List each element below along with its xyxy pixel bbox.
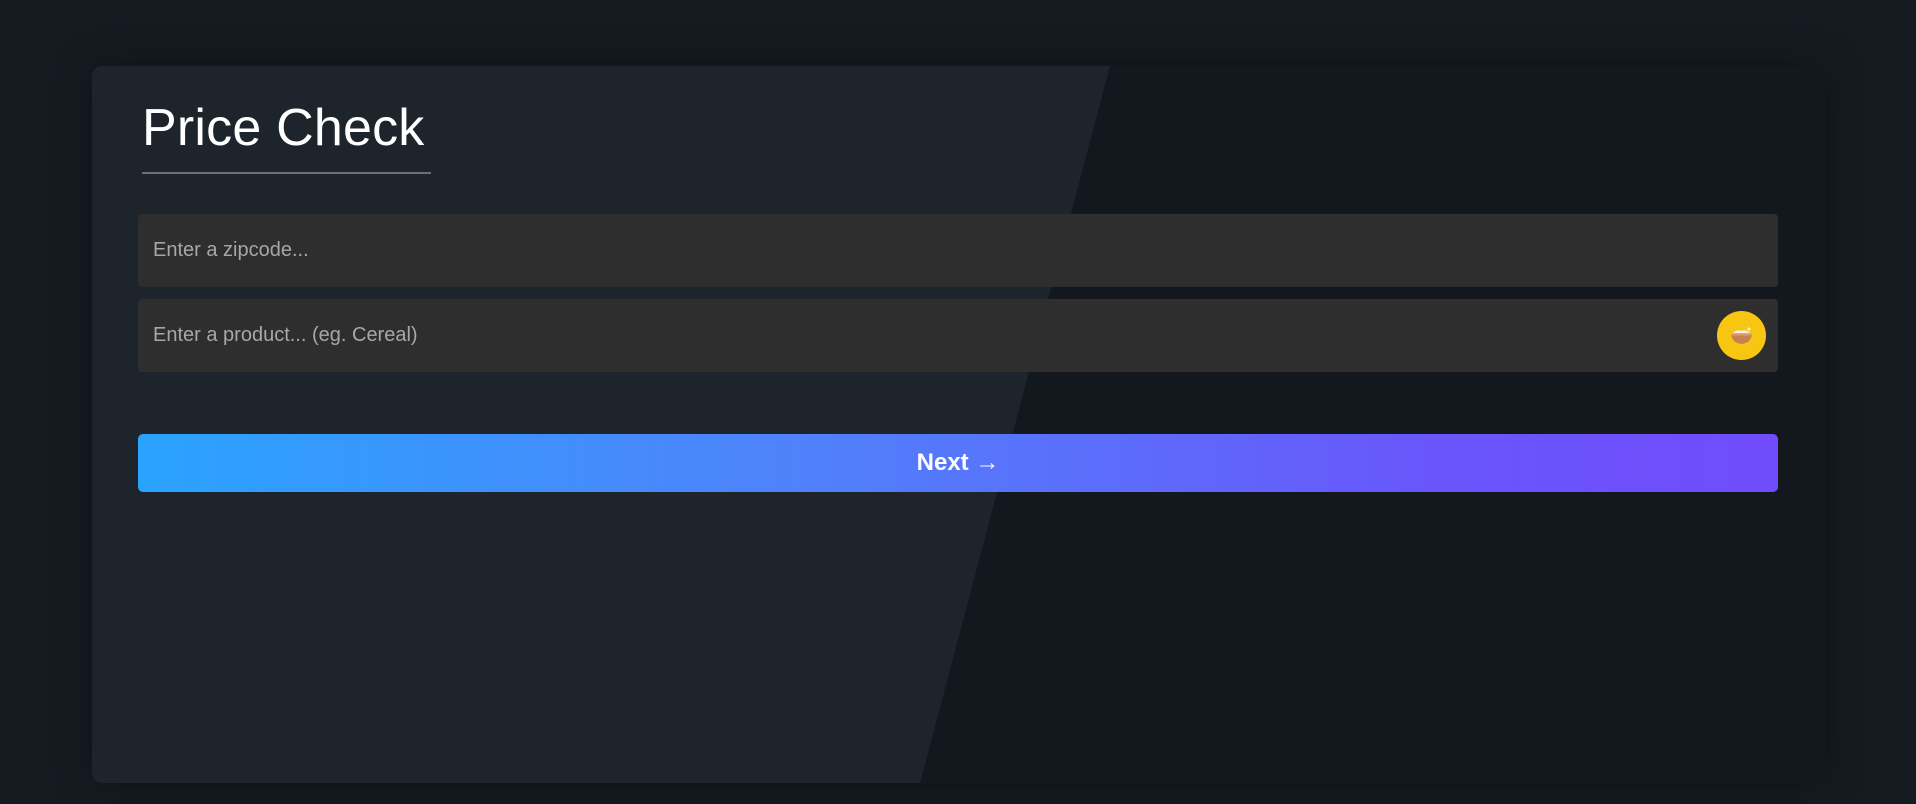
zipcode-input[interactable] xyxy=(138,214,1778,287)
price-check-card: Price Check Next → xyxy=(92,66,1826,783)
page-title: Price Check xyxy=(142,99,425,157)
bowl-icon xyxy=(1731,327,1752,344)
product-field-container xyxy=(138,299,1778,372)
product-input[interactable] xyxy=(138,299,1778,372)
product-suggest-button[interactable] xyxy=(1717,311,1766,360)
title-underline xyxy=(142,172,431,174)
next-button[interactable]: Next → xyxy=(138,434,1778,492)
zipcode-field-container xyxy=(138,214,1778,287)
